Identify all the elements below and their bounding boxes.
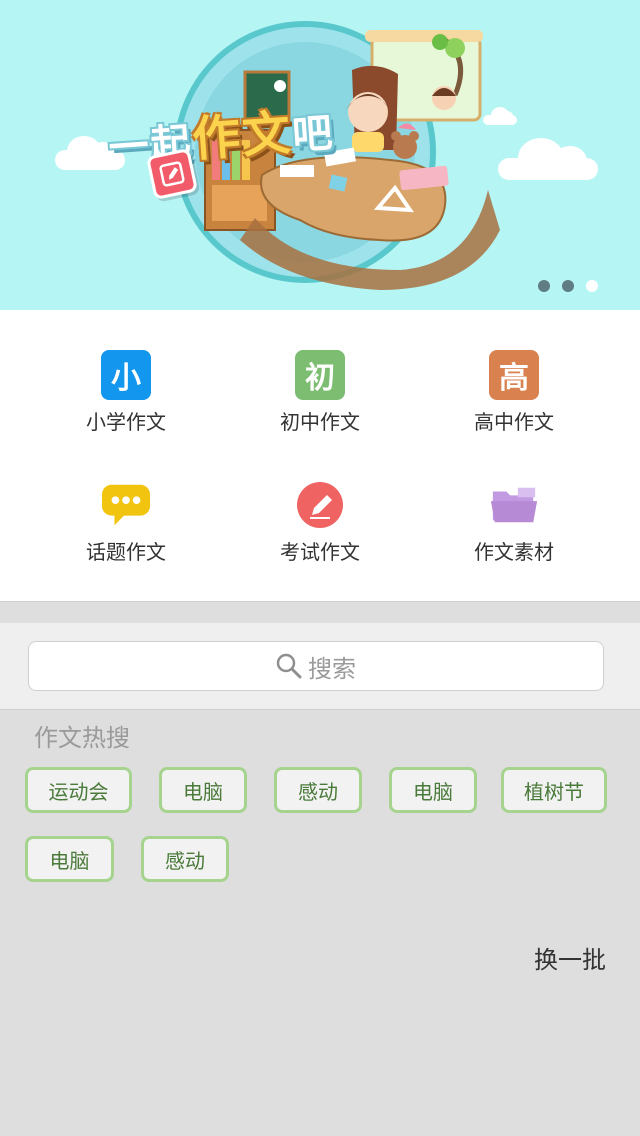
category-senior[interactable]: 高 高中作文 [424, 350, 604, 435]
category-label: 高中作文 [474, 410, 554, 434]
category-label: 小学作文 [86, 410, 166, 434]
hot-tag[interactable]: 感动 [141, 836, 229, 882]
category-grid: 小 小学作文 初 初中作文 高 高中作文 话题作文 考试作文 作文素材 [0, 310, 640, 602]
hot-tag[interactable]: 运动会 [25, 767, 132, 813]
hot-tag[interactable]: 感动 [274, 767, 362, 813]
pencil-circle-icon [295, 480, 345, 530]
category-exam[interactable]: 考试作文 [230, 480, 410, 565]
category-label: 作文素材 [474, 540, 554, 564]
xiao-char-icon: 小 [101, 350, 151, 400]
hot-tag[interactable]: 植树节 [501, 767, 607, 813]
category-label: 初中作文 [280, 410, 360, 434]
category-primary[interactable]: 小 小学作文 [36, 350, 216, 435]
banner-carousel[interactable]: 一起作文吧 [0, 0, 640, 310]
search-bar-section: 搜索 [0, 623, 640, 710]
search-placeholder: 搜索 [308, 654, 356, 683]
pencil-badge-icon [145, 147, 199, 201]
chat-bubble-icon [101, 480, 151, 530]
category-topic[interactable]: 话题作文 [36, 480, 216, 565]
hot-tag[interactable]: 电脑 [159, 767, 247, 813]
gao-char-icon: 高 [489, 350, 539, 400]
hot-search-title: 作文热搜 [34, 724, 130, 752]
hot-tag[interactable]: 电脑 [389, 767, 477, 813]
hot-tag[interactable]: 电脑 [25, 836, 114, 882]
carousel-dot[interactable] [562, 280, 574, 292]
search-input[interactable]: 搜索 [28, 641, 604, 691]
category-material[interactable]: 作文素材 [424, 480, 604, 565]
folder-icon [489, 480, 539, 530]
category-label: 话题作文 [86, 540, 166, 564]
carousel-indicator [538, 280, 598, 292]
category-label: 考试作文 [280, 540, 360, 564]
refresh-batch-button[interactable]: 换一批 [534, 940, 606, 975]
carousel-dot[interactable] [538, 280, 550, 292]
category-junior[interactable]: 初 初中作文 [230, 350, 410, 435]
carousel-dot-active[interactable] [586, 280, 598, 292]
search-icon [276, 653, 302, 679]
chu-char-icon: 初 [295, 350, 345, 400]
